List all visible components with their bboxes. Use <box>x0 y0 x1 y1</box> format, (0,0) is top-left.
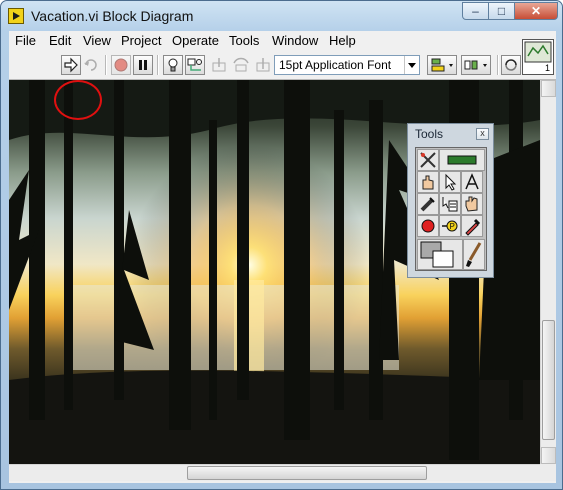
scroll-window-button[interactable] <box>461 193 483 215</box>
menu-file[interactable]: File <box>15 33 36 48</box>
vi-icon-graphic: 1 <box>524 41 552 73</box>
probe-data-button[interactable]: P <box>439 215 461 237</box>
horizontal-scroll-thumb[interactable] <box>187 466 427 480</box>
highlight-execution-icon <box>168 58 178 72</box>
align-objects-button[interactable] <box>427 55 457 75</box>
auto-select-led-icon <box>447 155 477 165</box>
menu-operate[interactable]: Operate <box>172 33 219 48</box>
labview-vi-icon <box>8 8 24 24</box>
scrollbar-corner <box>540 464 556 481</box>
pause-icon <box>139 60 147 70</box>
title-bar[interactable]: Vacation.vi Block Diagram – □ ✕ <box>1 1 562 31</box>
step-out-icon <box>256 58 270 72</box>
vi-icon-label: 1 <box>545 63 550 73</box>
reorder-icon <box>505 59 517 71</box>
scroll-up-button[interactable] <box>541 80 556 97</box>
tools-grid: P <box>415 147 487 271</box>
vi-connector-icon[interactable]: 1 <box>522 39 554 75</box>
auto-select-led-button[interactable] <box>439 149 485 171</box>
probe-data-icon: P <box>442 220 458 232</box>
menu-bar: File Edit View Project Operate Tools Win… <box>9 31 556 51</box>
get-color-button[interactable] <box>461 215 483 237</box>
tools-palette[interactable]: Tools x P <box>407 123 494 278</box>
horizontal-scrollbar[interactable] <box>9 464 540 481</box>
menu-project[interactable]: Project <box>121 33 161 48</box>
scroll-down-button[interactable] <box>541 447 556 464</box>
align-objects-icon <box>431 58 453 72</box>
distribute-objects-button[interactable] <box>461 55 491 75</box>
connect-wire-button[interactable] <box>417 193 439 215</box>
set-color-icon <box>420 241 454 268</box>
vi-window: Vacation.vi Block Diagram – □ ✕ File Edi… <box>0 0 563 490</box>
pause-button[interactable] <box>133 55 153 75</box>
retain-wire-values-button[interactable] <box>185 55 205 75</box>
set-breakpoint-button[interactable] <box>417 215 439 237</box>
window-title: Vacation.vi Block Diagram <box>31 8 194 24</box>
menu-edit[interactable]: Edit <box>49 33 71 48</box>
abort-button[interactable] <box>111 55 131 75</box>
highlight-execution-button[interactable] <box>163 55 183 75</box>
paintbrush-icon <box>466 242 482 267</box>
paintbrush-button[interactable] <box>463 239 485 270</box>
menu-view[interactable]: View <box>83 33 111 48</box>
reorder-button[interactable] <box>501 55 521 75</box>
edit-text-button[interactable] <box>461 171 483 193</box>
toolbar-separator <box>497 55 499 75</box>
menu-tools[interactable]: Tools <box>229 33 259 48</box>
step-into-icon <box>212 58 226 72</box>
tools-palette-close-button[interactable]: x <box>476 128 489 140</box>
step-into-button[interactable] <box>209 55 229 75</box>
object-shortcut-menu-button[interactable] <box>439 193 461 215</box>
run-continuously-icon <box>84 59 97 71</box>
distribute-objects-icon <box>464 60 487 70</box>
tools-palette-title: Tools <box>415 127 444 141</box>
svg-text:P: P <box>450 222 455 231</box>
run-arrow-icon <box>64 57 78 73</box>
position-select-icon <box>445 173 457 191</box>
minimize-button[interactable]: – <box>462 2 489 20</box>
menu-window[interactable]: Window <box>272 33 318 48</box>
font-size-select[interactable]: 15pt Application Font <box>274 55 420 75</box>
operate-value-button[interactable] <box>417 171 439 193</box>
set-color-button[interactable] <box>417 239 463 270</box>
run-continuously-button[interactable] <box>81 55 101 75</box>
toolbar-separator <box>157 55 159 75</box>
step-over-icon <box>233 57 249 72</box>
operate-value-icon <box>422 175 434 190</box>
automatic-tool-button[interactable] <box>417 149 439 171</box>
position-select-button[interactable] <box>439 171 461 193</box>
font-select-value: 15pt Application Font <box>279 58 392 72</box>
chevron-down-icon <box>404 56 419 74</box>
vertical-scrollbar[interactable] <box>540 80 556 464</box>
abort-icon <box>114 58 128 72</box>
step-out-button[interactable] <box>253 55 273 75</box>
scroll-window-icon <box>465 196 478 212</box>
close-button[interactable]: ✕ <box>514 2 558 20</box>
retain-wire-values-icon <box>187 58 202 71</box>
step-over-button[interactable] <box>231 55 251 75</box>
toolbar: 15pt Application Font 1 <box>9 39 556 80</box>
maximize-button[interactable]: □ <box>488 2 515 20</box>
set-breakpoint-icon <box>421 219 435 233</box>
object-shortcut-menu-icon <box>442 197 458 212</box>
automatic-tool-icon <box>420 152 436 168</box>
get-color-icon <box>465 218 481 236</box>
run-button[interactable] <box>61 55 81 75</box>
toolbar-separator <box>105 55 107 75</box>
vertical-scroll-thumb[interactable] <box>542 320 555 440</box>
menu-help[interactable]: Help <box>329 33 356 48</box>
connect-wire-icon <box>420 197 435 212</box>
run-button-highlight-circle <box>54 80 102 120</box>
edit-text-icon <box>465 173 479 190</box>
